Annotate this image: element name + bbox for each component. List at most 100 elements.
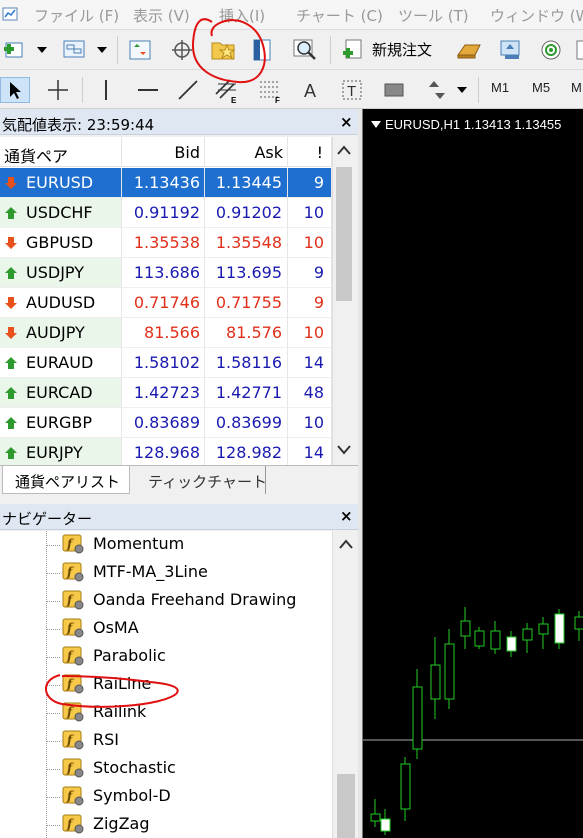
scrollbar-thumb[interactable] [337, 774, 355, 838]
symbol-cell: USDCHF [0, 198, 122, 228]
navigator-item[interactable]: f Stochastic [0, 755, 332, 783]
horizontal-line-button[interactable] [134, 77, 162, 103]
navigator-item[interactable]: f RaiLine [0, 671, 332, 699]
market-button[interactable] [536, 37, 566, 63]
column-header-symbol[interactable]: 通貨ペア [0, 137, 122, 167]
navigator-button[interactable] [208, 35, 240, 65]
table-row[interactable]: EURUSD 1.13436 1.13445 9 [0, 168, 332, 198]
table-row[interactable]: GBPUSD 1.35538 1.35548 10 [0, 228, 332, 258]
bid-value: 81.566 [144, 323, 200, 342]
custom-indicator-icon: f [62, 590, 84, 610]
scrollbar-thumb[interactable] [336, 167, 352, 301]
column-header-spread[interactable]: ! [288, 137, 332, 167]
navigator-item[interactable]: f Momentum [0, 531, 332, 559]
navigator-item-label: ZigZag [93, 814, 150, 833]
market-watch-button[interactable] [126, 37, 154, 63]
more-icon[interactable] [574, 37, 583, 63]
symbol-name: EURUSD [26, 173, 94, 192]
market-watch-icon [129, 40, 151, 60]
text-button[interactable]: A [298, 77, 324, 103]
ask-value: 0.83699 [215, 413, 282, 432]
navigator-item[interactable]: f MTF-MA_3Line [0, 559, 332, 587]
chevron-down-icon[interactable] [96, 42, 108, 58]
expert-advisors-button[interactable] [454, 37, 484, 63]
crosshair-button[interactable] [44, 77, 72, 103]
chevron-down-icon[interactable] [456, 83, 468, 97]
svg-text:E: E [231, 96, 237, 104]
table-row[interactable]: EURJPY 128.968 128.982 14 [0, 438, 332, 465]
arrows-button[interactable] [422, 77, 452, 103]
candle-body [412, 686, 423, 750]
arrow-cursor-icon [10, 82, 21, 99]
chart-window[interactable]: EURUSD,H1 1.13413 1.13455 [362, 109, 583, 838]
column-header-bid[interactable]: Bid [122, 137, 205, 167]
rectangle-button[interactable] [380, 77, 408, 103]
navigator-scrollbar[interactable] [332, 531, 358, 838]
menu-tools[interactable]: ツール (T) [398, 5, 469, 26]
cursor-button[interactable] [0, 77, 30, 103]
chevron-down-icon[interactable] [36, 42, 48, 58]
custom-indicator-icon: f [62, 618, 84, 638]
text-label-button[interactable]: T [338, 77, 366, 103]
table-row[interactable]: USDCHF 0.91192 0.91202 10 [0, 198, 332, 228]
timeframe-next-button[interactable]: M [571, 80, 582, 102]
close-icon[interactable]: × [340, 507, 353, 525]
signals-button[interactable] [496, 37, 526, 63]
column-header-ask[interactable]: Ask [205, 137, 288, 167]
symbol-cell: AUDJPY [0, 318, 122, 348]
up-arrow-icon [5, 267, 17, 279]
candlestick-chart[interactable] [363, 109, 583, 838]
table-row[interactable]: AUDJPY 81.566 81.576 10 [0, 318, 332, 348]
data-window-button[interactable] [168, 37, 196, 63]
chevron-up-icon[interactable] [339, 539, 353, 549]
fibonacci-button[interactable]: F [256, 77, 286, 105]
table-row[interactable]: AUDUSD 0.71746 0.71755 9 [0, 288, 332, 318]
table-row[interactable]: EURCAD 1.42723 1.42771 48 [0, 378, 332, 408]
strategy-tester-button[interactable] [290, 37, 320, 63]
navigator-item-label: RaiLine [93, 674, 152, 693]
new-chart-button[interactable] [2, 37, 28, 63]
tab-tick-chart[interactable]: ティックチャート [134, 466, 267, 494]
navigator-item[interactable]: f ZigZag [0, 811, 332, 838]
navigator-item[interactable]: f OsMA [0, 615, 332, 643]
navigator-item-label: Symbol-D [93, 786, 171, 805]
menu-chart[interactable]: チャート (C) [296, 5, 383, 26]
trendline-button[interactable] [174, 77, 202, 103]
menu-file[interactable]: ファイル (F) [34, 5, 119, 26]
navigator-item[interactable]: f RSI [0, 727, 332, 755]
navigator-item-label: Parabolic [93, 646, 166, 665]
symbol-name: AUDUSD [26, 293, 96, 312]
arrows-icon [429, 81, 445, 99]
spread-value: 10 [303, 233, 324, 252]
navigator-tree: f Momentum f MTF-MA_3Line f Oanda Freeha… [0, 531, 332, 838]
menu-view[interactable]: 表示 (V) [133, 5, 190, 26]
table-row[interactable]: USDJPY 113.686 113.695 9 [0, 258, 332, 288]
menu-insert[interactable]: 挿入(I) [219, 5, 265, 26]
profiles-button[interactable] [60, 37, 88, 63]
chevron-down-icon[interactable] [337, 445, 351, 455]
chevron-up-icon[interactable] [337, 145, 351, 155]
terminal-button[interactable] [248, 37, 276, 63]
market-watch-scrollbar[interactable] [332, 137, 354, 465]
close-icon[interactable]: × [340, 113, 353, 131]
vertical-line-button[interactable] [94, 77, 118, 103]
navigator-item[interactable]: f Symbol-D [0, 783, 332, 811]
navigator-item[interactable]: f Parabolic [0, 643, 332, 671]
channel-icon: E [215, 79, 237, 104]
table-row[interactable]: EURAUD 1.58102 1.58116 14 [0, 348, 332, 378]
navigator-item-label: Stochastic [93, 758, 176, 777]
timeframe-m5-button[interactable]: M5 [532, 80, 550, 102]
new-order-button[interactable]: 新規注文 [372, 39, 432, 60]
new-order-icon-button[interactable] [338, 37, 368, 63]
table-row[interactable]: EURGBP 0.83689 0.83699 10 [0, 408, 332, 438]
equidistant-channel-button[interactable]: E [212, 77, 242, 105]
menu-window[interactable]: ウィンドウ (W) [490, 5, 583, 26]
market-watch-title: 気配値表示: 23:59:44 [2, 116, 155, 134]
navigator-item[interactable]: f Railink [0, 699, 332, 727]
spread-value: 14 [303, 353, 324, 372]
timeframe-m1-button[interactable]: M1 [491, 80, 509, 102]
menu-bar: ファイル (F) 表示 (V) 挿入(I) チャート (C) ツール (T) ウ… [0, 0, 583, 30]
tab-symbol-list[interactable]: 通貨ペアリスト [2, 466, 130, 494]
navigator-item[interactable]: f Oanda Freehand Drawing [0, 587, 332, 615]
symbol-name: AUDJPY [26, 323, 85, 342]
